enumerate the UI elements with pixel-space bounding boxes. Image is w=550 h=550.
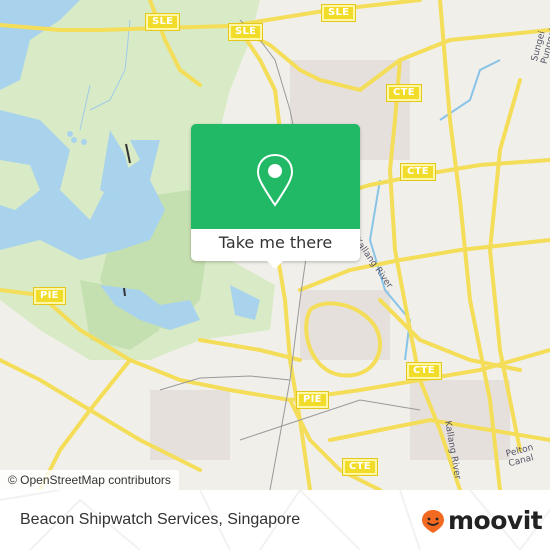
location-popup: Take me there bbox=[191, 124, 360, 269]
road-shield-cte: CTE bbox=[401, 164, 435, 180]
moovit-smile-icon bbox=[422, 510, 444, 533]
map-view[interactable]: SLE SLE SLE CTE CTE CTE CTE PIE PIE Kall… bbox=[0, 0, 550, 490]
map-pin-icon bbox=[256, 153, 294, 207]
road-shield-sle: SLE bbox=[229, 24, 263, 40]
map-attribution[interactable]: © OpenStreetMap contributors bbox=[0, 470, 179, 490]
moovit-logo[interactable]: moovit bbox=[420, 506, 543, 535]
road-shield-sle: SLE bbox=[322, 5, 356, 21]
road-shield-pie: PIE bbox=[34, 288, 65, 304]
road-shield-cte: CTE bbox=[407, 363, 441, 379]
road-shield-cte: CTE bbox=[343, 459, 377, 475]
footer: Beacon Shipwatch Services, Singapore moo… bbox=[0, 490, 550, 550]
road-shield-pie: PIE bbox=[297, 392, 328, 408]
place-name: Beacon Shipwatch Services, Singapore bbox=[20, 511, 301, 528]
take-me-there-button[interactable]: Take me there bbox=[191, 229, 360, 261]
popup-header bbox=[191, 124, 360, 229]
road-shield-cte: CTE bbox=[387, 85, 421, 101]
moovit-wordmark: moovit bbox=[448, 506, 543, 535]
road-shield-sle: SLE bbox=[146, 14, 180, 30]
popup-tail bbox=[267, 261, 283, 269]
